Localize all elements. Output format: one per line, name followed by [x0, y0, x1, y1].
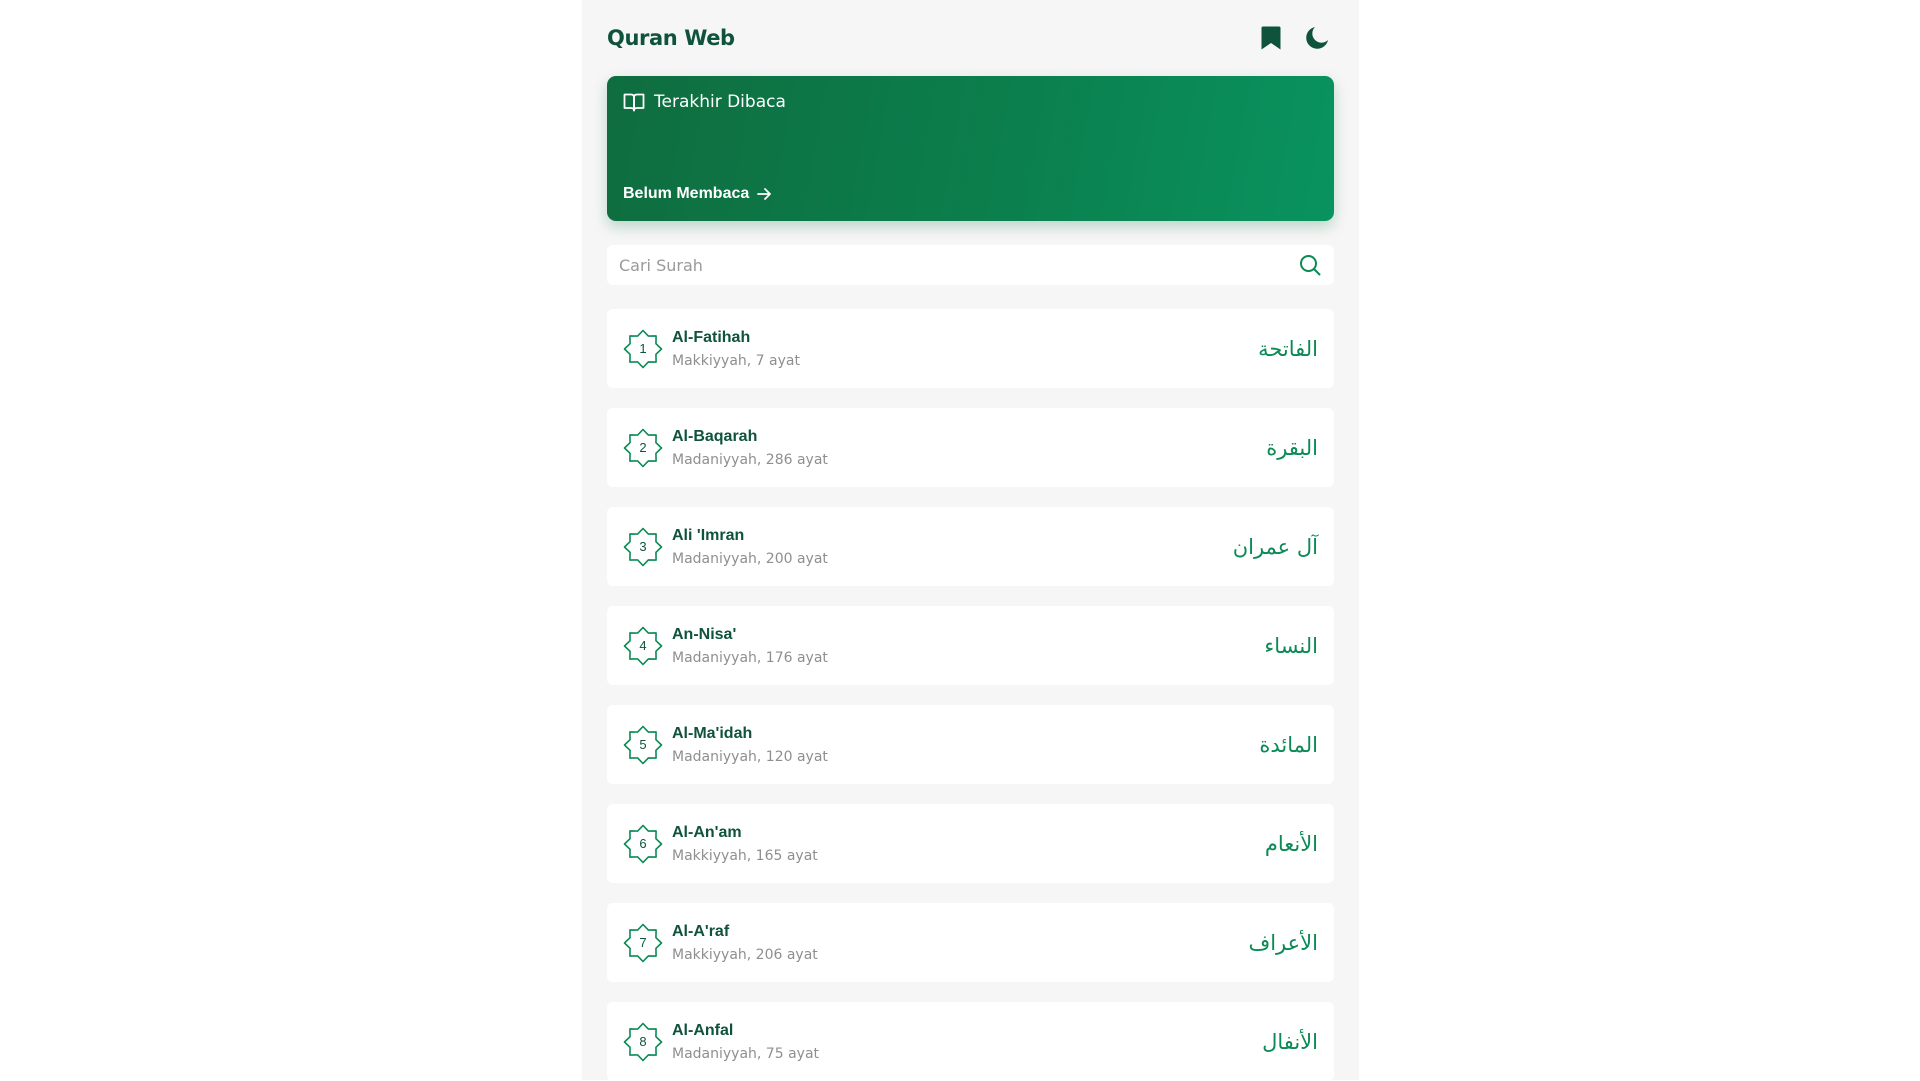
surah-list-item[interactable]: 2 Al-Baqarah Madaniyyah, 286 ayat البقرة — [607, 408, 1334, 487]
surah-meta: Makkiyyah, 7 ayat — [672, 352, 800, 369]
last-read-card: Terakhir Dibaca Belum Membaca — [607, 76, 1334, 221]
bookmark-icon — [1261, 26, 1281, 50]
surah-number-badge: 3 — [623, 527, 663, 567]
surah-info: Al-A'raf Makkiyyah, 206 ayat — [672, 923, 1248, 963]
app-header: Quran Web — [607, 0, 1334, 76]
surah-list-item[interactable]: 1 Al-Fatihah Makkiyyah, 7 ayat الفاتحة — [607, 309, 1334, 388]
surah-info: Al-An'am Makkiyyah, 165 ayat — [672, 824, 1265, 864]
surah-info: Al-Ma'idah Madaniyyah, 120 ayat — [672, 725, 1259, 765]
surah-arabic-name: آل عمران — [1232, 534, 1318, 559]
surah-number-badge: 1 — [623, 329, 663, 369]
surah-name: Al-Baqarah — [672, 427, 758, 445]
app-container: Quran Web Terakhir Dibaca Belum Membaca … — [582, 0, 1359, 1081]
search-icon[interactable] — [1298, 253, 1322, 277]
arrow-right-icon — [757, 188, 772, 200]
search-input[interactable] — [619, 255, 1298, 275]
surah-number: 7 — [639, 935, 647, 950]
surah-meta: Madaniyyah, 75 ayat — [672, 1045, 820, 1062]
surah-meta: Makkiyyah, 206 ayat — [672, 946, 818, 963]
surah-number-badge: 7 — [623, 923, 663, 963]
book-open-icon — [623, 93, 645, 112]
surah-info: An-Nisa' Madaniyyah, 176 ayat — [672, 626, 1264, 666]
surah-arabic-name: المائدة — [1259, 732, 1318, 757]
app-title: Quran Web — [607, 26, 735, 50]
surah-number: 4 — [639, 638, 647, 653]
surah-name: Al-Anfal — [672, 1021, 734, 1039]
last-read-header: Terakhir Dibaca — [623, 92, 1318, 112]
surah-number: 8 — [639, 1034, 647, 1049]
surah-number: 3 — [639, 539, 647, 554]
surah-number: 2 — [639, 440, 647, 455]
moon-icon — [1306, 27, 1328, 49]
surah-name: Al-Fatihah — [672, 328, 751, 346]
surah-meta: Madaniyyah, 176 ayat — [672, 649, 828, 666]
surah-name: Al-An'am — [672, 823, 742, 841]
surah-list: 1 Al-Fatihah Makkiyyah, 7 ayat الفاتحة 2… — [607, 309, 1334, 1081]
surah-arabic-name: الأنفال — [1262, 1029, 1318, 1054]
surah-name: Al-A'raf — [672, 922, 730, 940]
theme-toggle-button[interactable] — [1302, 23, 1332, 53]
surah-list-item[interactable]: 4 An-Nisa' Madaniyyah, 176 ayat النساء — [607, 606, 1334, 685]
last-read-title: Terakhir Dibaca — [654, 92, 786, 112]
surah-name: Al-Ma'idah — [672, 724, 753, 742]
surah-name: Ali 'Imran — [672, 526, 745, 544]
surah-arabic-name: الأعراف — [1248, 930, 1318, 955]
header-actions — [1256, 23, 1332, 53]
surah-arabic-name: النساء — [1264, 633, 1318, 658]
surah-number-badge: 5 — [623, 725, 663, 765]
surah-name: An-Nisa' — [672, 625, 737, 643]
surah-arabic-name: الفاتحة — [1258, 336, 1318, 361]
surah-number-badge: 2 — [623, 428, 663, 468]
surah-number-badge: 4 — [623, 626, 663, 666]
surah-number: 6 — [639, 836, 647, 851]
surah-info: Ali 'Imran Madaniyyah, 200 ayat — [672, 527, 1233, 567]
last-read-link-label: Belum Membaca — [623, 185, 750, 202]
surah-arabic-name: البقرة — [1266, 435, 1318, 460]
surah-number-badge: 6 — [623, 824, 663, 864]
surah-list-item[interactable]: 5 Al-Ma'idah Madaniyyah, 120 ayat المائد… — [607, 705, 1334, 784]
surah-list-item[interactable]: 6 Al-An'am Makkiyyah, 165 ayat الأنعام — [607, 804, 1334, 883]
bookmark-button[interactable] — [1256, 23, 1286, 53]
surah-info: Al-Fatihah Makkiyyah, 7 ayat — [672, 329, 1258, 369]
surah-arabic-name: الأنعام — [1264, 831, 1318, 856]
surah-number-badge: 8 — [623, 1022, 663, 1062]
surah-meta: Madaniyyah, 120 ayat — [672, 748, 828, 765]
search-bar — [607, 245, 1334, 285]
surah-list-item[interactable]: 7 Al-A'raf Makkiyyah, 206 ayat الأعراف — [607, 903, 1334, 982]
surah-info: Al-Anfal Madaniyyah, 75 ayat — [672, 1022, 1262, 1062]
surah-info: Al-Baqarah Madaniyyah, 286 ayat — [672, 428, 1266, 468]
last-read-link[interactable]: Belum Membaca — [623, 185, 772, 203]
surah-meta: Madaniyyah, 286 ayat — [672, 451, 828, 468]
surah-number: 1 — [639, 341, 647, 356]
surah-meta: Makkiyyah, 165 ayat — [672, 847, 818, 864]
surah-list-item[interactable]: 3 Ali 'Imran Madaniyyah, 200 ayat آل عمر… — [607, 507, 1334, 586]
surah-number: 5 — [639, 737, 647, 752]
surah-meta: Madaniyyah, 200 ayat — [672, 550, 828, 567]
surah-list-item[interactable]: 8 Al-Anfal Madaniyyah, 75 ayat الأنفال — [607, 1002, 1334, 1081]
